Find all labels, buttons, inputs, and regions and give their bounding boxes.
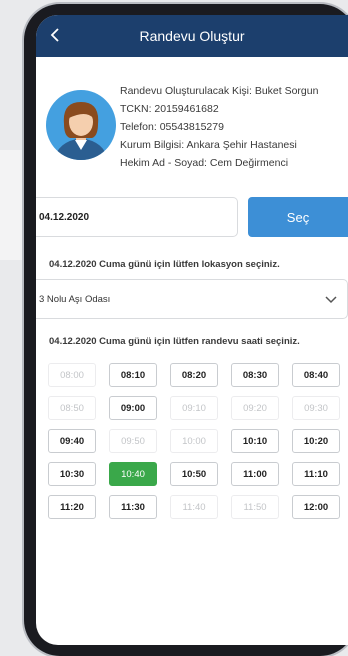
time-slot[interactable]: 08:30 — [231, 363, 279, 387]
doctor-info: Hekim Ad - Soyad: Cem Değirmenci — [120, 157, 289, 169]
time-slot[interactable]: 08:20 — [170, 363, 218, 387]
location-select-value: 3 Nolu Aşı Odası — [39, 293, 111, 305]
time-slot[interactable]: 11:10 — [292, 462, 340, 486]
patient-details: Randevu Oluşturulacak Kişi: Buket Sorgun… — [120, 82, 318, 172]
time-slot: 09:30 — [292, 396, 340, 420]
time-slot[interactable]: 11:20 — [48, 495, 96, 519]
time-slot[interactable]: 12:00 — [292, 495, 340, 519]
time-slot: 10:00 — [170, 429, 218, 453]
time-slot[interactable]: 10:40 — [109, 462, 157, 486]
person-tckn: TCKN: 20159461682 — [120, 103, 219, 115]
date-row: 04.12.2020 Seç — [36, 197, 348, 237]
time-slot[interactable]: 11:30 — [109, 495, 157, 519]
time-slot: 09:10 — [170, 396, 218, 420]
avatar-icon — [46, 90, 116, 160]
back-button[interactable] — [44, 24, 66, 46]
time-slot[interactable]: 09:00 — [109, 396, 157, 420]
time-slot: 11:40 — [170, 495, 218, 519]
person-phone: Telefon: 05543815279 — [120, 121, 224, 133]
time-slot[interactable]: 10:50 — [170, 462, 218, 486]
time-slot[interactable]: 11:00 — [231, 462, 279, 486]
time-slot: 08:50 — [48, 396, 96, 420]
person-name: Randevu Oluşturulacak Kişi: Buket Sorgun — [120, 85, 319, 97]
time-slot: 08:00 — [48, 363, 96, 387]
location-select[interactable]: 3 Nolu Aşı Odası — [36, 279, 348, 319]
chevron-down-icon — [325, 296, 337, 304]
time-slot[interactable]: 08:10 — [109, 363, 157, 387]
time-slot: 09:50 — [109, 429, 157, 453]
app-screen: Randevu Oluştur Randevu Oluşturulacak Ki… — [36, 15, 348, 645]
location-prompt: 04.12.2020 Cuma günü için lütfen lokasyo… — [49, 259, 280, 270]
time-slot[interactable]: 10:20 — [292, 429, 340, 453]
time-slot[interactable]: 08:40 — [292, 363, 340, 387]
institution-info: Kurum Bilgisi: Ankara Şehir Hastanesi — [120, 139, 297, 151]
time-slot: 09:20 — [231, 396, 279, 420]
time-slot[interactable]: 09:40 — [48, 429, 96, 453]
time-slot: 11:50 — [231, 495, 279, 519]
time-slot[interactable]: 10:30 — [48, 462, 96, 486]
page-title: Randevu Oluştur — [139, 28, 245, 44]
app-header: Randevu Oluştur — [36, 15, 348, 57]
patient-info: Randevu Oluşturulacak Kişi: Buket Sorgun… — [36, 57, 348, 169]
chevron-left-icon — [50, 28, 59, 42]
select-date-button[interactable]: Seç — [248, 197, 348, 237]
time-prompt: 04.12.2020 Cuma günü için lütfen randevu… — [49, 336, 300, 347]
date-input[interactable]: 04.12.2020 — [36, 197, 238, 237]
time-slot[interactable]: 10:10 — [231, 429, 279, 453]
